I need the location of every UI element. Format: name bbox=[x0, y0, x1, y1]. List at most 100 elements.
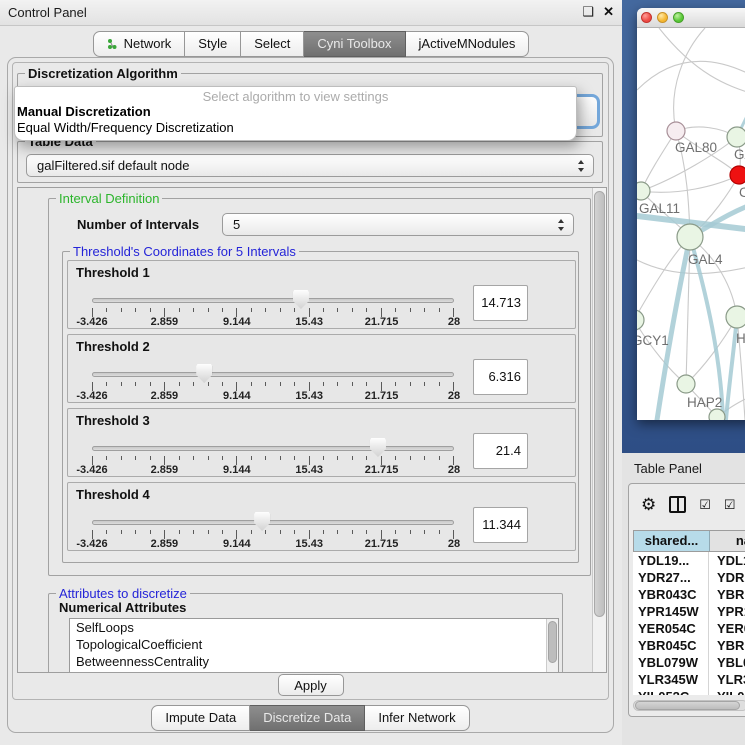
slider-track[interactable] bbox=[92, 372, 454, 377]
cyni-bottom-tabbar: Impute DataDiscretize DataInfer Network bbox=[8, 705, 613, 731]
tab-network[interactable]: Network bbox=[93, 31, 186, 57]
slider-thumb[interactable] bbox=[196, 364, 212, 383]
list-scrollbar[interactable] bbox=[546, 619, 558, 673]
shared-name-cell[interactable]: YDL19... bbox=[633, 552, 709, 569]
table-row[interactable]: YLR345WYLR3 bbox=[633, 671, 745, 688]
apply-button[interactable]: Apply bbox=[278, 674, 344, 696]
table-row[interactable]: YER054CYER0 bbox=[633, 620, 745, 637]
name-cell[interactable]: YLR3 bbox=[709, 671, 745, 688]
checkbox-checked-icon[interactable]: ☑ bbox=[699, 498, 711, 511]
network-canvas[interactable]: GAL80GACGAL11GAL4GCY1HHAP2 bbox=[637, 28, 745, 420]
slider-thumb[interactable] bbox=[254, 512, 270, 531]
tick-mark bbox=[294, 530, 295, 534]
name-cell[interactable]: YPR1 bbox=[709, 603, 745, 620]
shared-name-cell[interactable]: YIL052C bbox=[633, 688, 709, 695]
tab-jactivemnodules[interactable]: jActiveMNodules bbox=[406, 31, 530, 57]
shared-name-cell[interactable]: YLR345W bbox=[633, 671, 709, 688]
split-columns-icon[interactable] bbox=[669, 496, 686, 513]
shared-name-cell[interactable]: YPR145W bbox=[633, 603, 709, 620]
number-of-intervals-combobox[interactable]: 5 bbox=[222, 213, 574, 236]
shared-name-cell[interactable]: YBL079W bbox=[633, 654, 709, 671]
gear-icon[interactable]: ⚙ bbox=[641, 496, 656, 513]
attribute-list-item[interactable]: TopologicalCoefficient bbox=[70, 636, 558, 653]
table-horizontal-scrollbar[interactable] bbox=[633, 700, 745, 711]
tab-style[interactable]: Style bbox=[185, 31, 241, 57]
attribute-list-item[interactable]: BetweennessCentrality bbox=[70, 653, 558, 670]
table-row[interactable]: YPR145WYPR1 bbox=[633, 603, 745, 620]
numerical-attributes-list[interactable]: SelfLoopsTopologicalCoefficientBetweenne… bbox=[69, 618, 559, 673]
scrollbar-thumb[interactable] bbox=[548, 621, 557, 663]
table-row[interactable]: YBR043CYBR0 bbox=[633, 586, 745, 603]
slider-thumb[interactable] bbox=[370, 438, 386, 457]
slider-thumb[interactable] bbox=[293, 290, 309, 309]
network-node[interactable] bbox=[730, 166, 745, 184]
scrollbar-thumb[interactable] bbox=[635, 701, 740, 710]
tick-mark bbox=[150, 530, 151, 534]
network-node[interactable] bbox=[677, 224, 703, 250]
tick-label: 21.715 bbox=[365, 464, 399, 476]
tick-label: 2.859 bbox=[151, 316, 179, 328]
tick-mark bbox=[265, 456, 266, 460]
tab-select[interactable]: Select bbox=[241, 31, 304, 57]
slider-track[interactable] bbox=[92, 520, 454, 525]
network-node[interactable] bbox=[637, 310, 644, 330]
zoom-traffic-light-icon[interactable] bbox=[673, 12, 684, 23]
threshold-value-field[interactable]: 11.344 bbox=[473, 507, 528, 543]
table-data-group: Table Data galFiltered.sif default node bbox=[17, 141, 603, 183]
threshold-value-field[interactable]: 6.316 bbox=[473, 359, 528, 395]
float-window-icon[interactable]: ❑ bbox=[582, 4, 594, 20]
column-header-name[interactable]: na bbox=[710, 531, 745, 551]
name-cell[interactable]: YBL0 bbox=[709, 654, 745, 671]
slider-track[interactable] bbox=[92, 298, 454, 303]
close-icon[interactable]: ✕ bbox=[603, 4, 614, 20]
tab-cyni-toolbox[interactable]: Cyni Toolbox bbox=[304, 31, 405, 57]
shared-name-cell[interactable]: YDR27... bbox=[633, 569, 709, 586]
slider-track[interactable] bbox=[92, 446, 454, 451]
tick-mark bbox=[280, 530, 281, 534]
shared-name-cell[interactable]: YBR045C bbox=[633, 637, 709, 654]
network-window-titlebar[interactable] bbox=[637, 8, 745, 28]
table-row[interactable]: YDL19...YDL1 bbox=[633, 552, 745, 569]
network-node[interactable] bbox=[677, 375, 695, 393]
table-row[interactable]: YBR045CYBR0 bbox=[633, 637, 745, 654]
scrollbar-thumb[interactable] bbox=[594, 191, 605, 617]
algorithm-item-manual-discretization[interactable]: Manual Discretization bbox=[17, 104, 151, 119]
tick-label: -3.426 bbox=[76, 390, 107, 402]
shared-name-cell[interactable]: YER054C bbox=[633, 620, 709, 637]
table-row[interactable]: YIL052CYIL0 bbox=[633, 688, 745, 695]
minimize-traffic-light-icon[interactable] bbox=[657, 12, 668, 23]
tick-mark bbox=[121, 308, 122, 312]
column-header-shared-name[interactable]: shared... bbox=[634, 531, 710, 551]
name-cell[interactable]: YDL1 bbox=[709, 552, 745, 569]
table-row[interactable]: YBL079WYBL0 bbox=[633, 654, 745, 671]
checkbox-checked-icon[interactable]: ☑ bbox=[724, 498, 736, 511]
network-node[interactable] bbox=[726, 306, 745, 328]
network-view-window[interactable]: GAL80GACGAL11GAL4GCY1HHAP2 bbox=[637, 8, 745, 420]
algorithm-item-equal-width-frequency[interactable]: Equal Width/Frequency Discretization bbox=[17, 120, 234, 135]
tab-discretize-data[interactable]: Discretize Data bbox=[250, 705, 365, 731]
name-cell[interactable]: YDR2 bbox=[709, 569, 745, 586]
table-data-combobox[interactable]: galFiltered.sif default node bbox=[26, 154, 594, 177]
attribute-list-item[interactable]: SelfLoops bbox=[70, 619, 558, 636]
network-node[interactable] bbox=[637, 182, 650, 200]
tick-mark bbox=[439, 382, 440, 386]
name-cell[interactable]: YBR0 bbox=[709, 586, 745, 603]
settings-scrollbar[interactable] bbox=[592, 188, 606, 672]
name-cell[interactable]: YER0 bbox=[709, 620, 745, 637]
table-row[interactable]: YDR27...YDR2 bbox=[633, 569, 745, 586]
tab-impute-data[interactable]: Impute Data bbox=[151, 705, 250, 731]
tab-infer-network[interactable]: Infer Network bbox=[365, 705, 469, 731]
algorithm-prompt-item[interactable]: Select algorithm to view settings bbox=[15, 89, 576, 104]
network-node[interactable] bbox=[709, 409, 725, 420]
threshold-panel: Threshold 2-3.4262.8599.14415.4321.71528… bbox=[67, 334, 576, 403]
name-cell[interactable]: YIL0 bbox=[709, 688, 745, 695]
network-node[interactable] bbox=[727, 127, 745, 147]
tick-mark bbox=[294, 308, 295, 312]
threshold-value-field[interactable]: 21.4 bbox=[473, 433, 528, 469]
network-node[interactable] bbox=[667, 122, 685, 140]
network-node-label: GAL80 bbox=[675, 140, 717, 155]
shared-name-cell[interactable]: YBR043C bbox=[633, 586, 709, 603]
name-cell[interactable]: YBR0 bbox=[709, 637, 745, 654]
threshold-value-field[interactable]: 14.713 bbox=[473, 285, 528, 321]
close-traffic-light-icon[interactable] bbox=[641, 12, 652, 23]
